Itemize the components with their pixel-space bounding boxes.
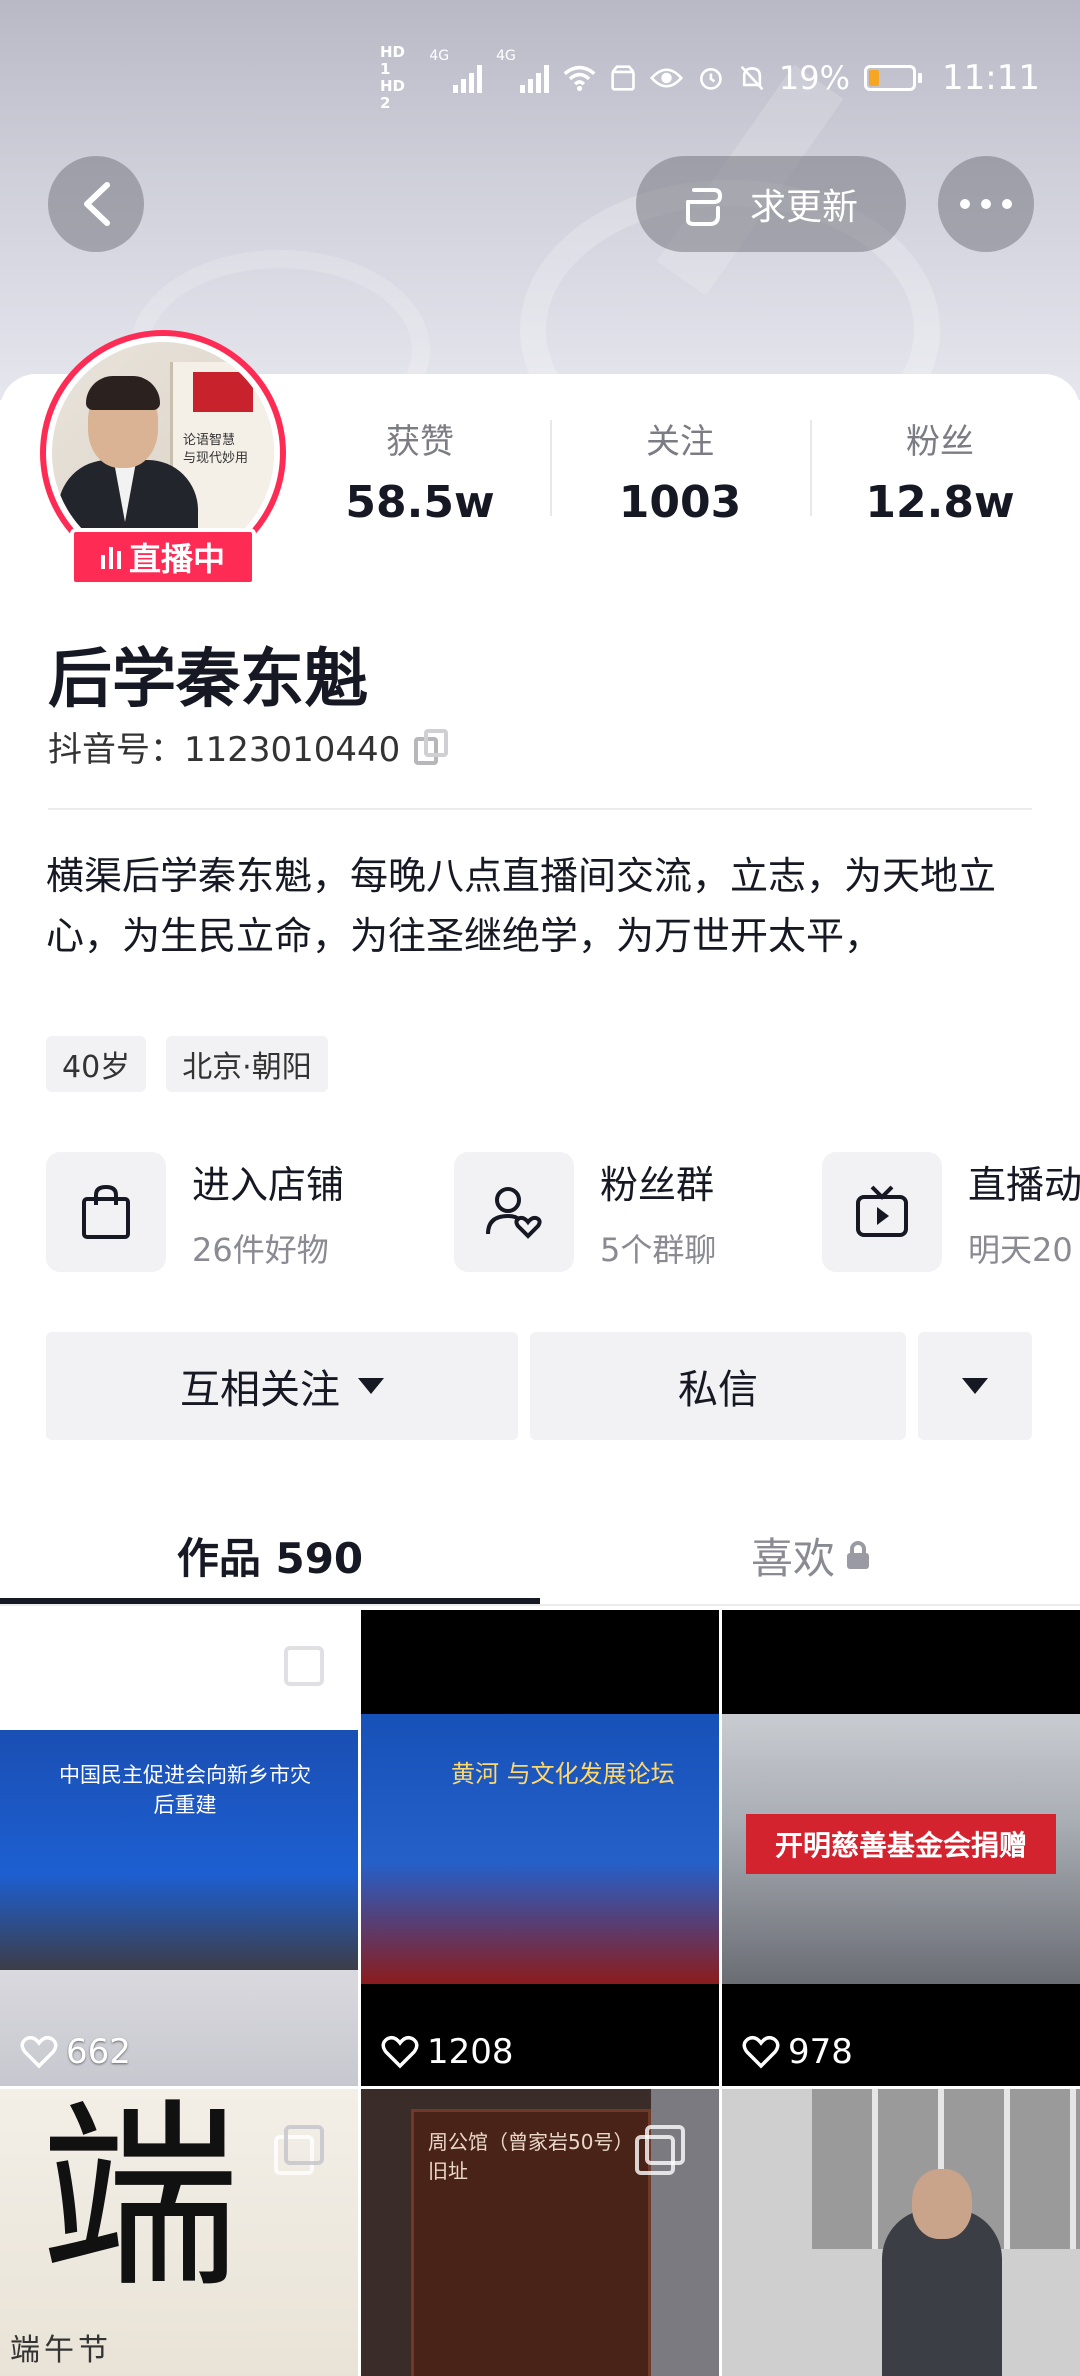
video-likes: 978 (742, 2032, 853, 2072)
video-thumbnail[interactable]: 端 端午节 (0, 2089, 358, 2376)
shopping-bag-icon (82, 1184, 130, 1239)
age-tag: 40岁 (46, 1036, 147, 1092)
wifi-icon (563, 65, 596, 92)
store-icon (611, 65, 635, 91)
shortcut-fan-group-sub: 5个群聊 (600, 1230, 717, 1269)
shortcut-row: 进入店铺 26件好物 粉丝群 5个群聊 直播动 明天20 (0, 1152, 1080, 1272)
tab-divider (0, 1604, 1080, 1606)
profile-name: 后学秦东魁 (48, 643, 368, 717)
tab-works-label: 作品 590 (176, 1533, 364, 1583)
shortcut-store-sub: 26件好物 (192, 1230, 329, 1269)
video-banner-text: 周公馆（曾家岩50号）旧址 (428, 2130, 634, 2183)
status-bar: HD 1 HD 2 4G 4G 19% 11:11 (380, 44, 1040, 112)
stat-following[interactable]: 关注 1003 (550, 410, 810, 528)
battery-icon (864, 65, 923, 91)
live-status-badge[interactable]: 直播中 (70, 528, 256, 586)
douyin-id: 抖音号：1123010440 (48, 730, 401, 770)
lock-icon (847, 1541, 869, 1569)
shortcut-live[interactable]: 直播动 明天20 (822, 1152, 1080, 1272)
video-likes: 662 (20, 2032, 131, 2072)
alarm-icon (700, 68, 722, 90)
message-label: 私信 (678, 1367, 758, 1413)
video-banner-text: 开明慈善基金会捐赠 (746, 1814, 1056, 1874)
heart-icon (742, 2035, 780, 2069)
live-bars-icon (100, 545, 121, 569)
back-button[interactable] (48, 156, 144, 252)
video-grid: 中国民主促进会向新乡市灾后重建 662 黄河 与文化发展论坛 1208 开明慈善… (0, 1610, 1080, 2376)
clock: 11:11 (942, 58, 1040, 98)
heart-icon (20, 2035, 58, 2069)
fan-group-icon (486, 1187, 542, 1239)
stat-following-label: 关注 (646, 422, 714, 462)
profile-bio: 横渠后学秦东魁，每晚八点直播间交流，立志，为天地立心，为生民立命，为往圣继绝学，… (46, 854, 997, 958)
video-banner-text: 端午节 (10, 2333, 112, 2368)
shortcut-live-sub: 明天20 (968, 1230, 1073, 1269)
video-likes: 1208 (381, 2032, 514, 2072)
tab-likes[interactable]: 喜欢 (540, 1500, 1080, 1610)
hd-indicator: HD 1 HD 2 (379, 43, 405, 112)
tab-likes-label: 喜欢 (750, 1533, 835, 1583)
mutual-follow-button[interactable]: 互相关注 (46, 1332, 518, 1440)
video-thumbnail[interactable] (722, 2089, 1080, 2376)
stat-followers-value: 12.8w (865, 477, 1015, 528)
eye-icon (649, 68, 683, 88)
message-button[interactable]: 私信 (530, 1332, 906, 1440)
multi-image-icon (274, 1646, 324, 1696)
shortcut-fan-group[interactable]: 粉丝群 5个群聊 (454, 1152, 716, 1272)
chevron-left-icon (84, 182, 110, 226)
battery-percent: 19% (778, 59, 851, 97)
mute-bell-icon (740, 65, 764, 91)
caret-down-icon (358, 1378, 384, 1394)
video-artwork: 端 (40, 2089, 241, 2315)
shortcut-live-title: 直播动 (968, 1162, 1080, 1207)
network-type-2: 4G (496, 48, 516, 64)
pointing-hand-icon (685, 188, 722, 226)
video-thumbnail[interactable]: 周公馆（曾家岩50号）旧址 (361, 2089, 719, 2376)
douyin-id-row: 抖音号：1123010440 (48, 722, 449, 771)
video-thumbnail[interactable]: 开明慈善基金会捐赠 978 (722, 1610, 1080, 2086)
heart-icon (381, 2035, 419, 2069)
stat-following-value: 1003 (618, 477, 742, 528)
signal-icon-2 (519, 63, 549, 93)
video-thumbnail[interactable]: 黄河 与文化发展论坛 1208 (361, 1610, 719, 2086)
stat-likes-label: 获赞 (386, 422, 454, 462)
live-tv-icon (856, 1185, 908, 1237)
multi-image-icon (274, 2125, 324, 2175)
video-banner-text: 黄河 与文化发展论坛 (451, 1760, 675, 1788)
stat-likes-value: 58.5w (345, 477, 495, 528)
video-thumbnail[interactable]: 中国民主促进会向新乡市灾后重建 662 (0, 1610, 358, 2086)
profile-tags: 40岁 北京·朝阳 (46, 1036, 328, 1092)
shortcut-fan-group-title: 粉丝群 (600, 1162, 715, 1207)
shortcut-store-title: 进入店铺 (192, 1162, 345, 1207)
location-tag[interactable]: 北京·朝阳 (166, 1036, 328, 1092)
shortcut-store[interactable]: 进入店铺 26件好物 (46, 1152, 344, 1272)
signal-icon (453, 63, 483, 93)
recommend-dropdown-button[interactable] (918, 1332, 1032, 1440)
tab-works[interactable]: 作品 590 (0, 1500, 540, 1610)
more-dots-icon (960, 199, 1012, 209)
content-tabs: 作品 590 喜欢 (0, 1500, 1080, 1610)
divider (48, 808, 1032, 810)
profile-stats: 获赞 58.5w 关注 1003 粉丝 12.8w (290, 410, 1070, 528)
more-options-button[interactable] (938, 156, 1034, 252)
request-update-label: 求更新 (749, 187, 858, 228)
request-update-button[interactable]: 求更新 (636, 156, 906, 252)
mutual-follow-label: 互相关注 (180, 1367, 340, 1413)
copy-icon[interactable] (414, 728, 449, 765)
network-type-1: 4G (429, 48, 450, 64)
stat-likes[interactable]: 获赞 58.5w (290, 410, 550, 528)
caret-down-icon (962, 1378, 988, 1394)
stat-followers-label: 粉丝 (906, 422, 974, 462)
video-banner-text: 中国民主促进会向新乡市灾后重建 (59, 1763, 311, 1817)
multi-image-icon (635, 2125, 685, 2175)
live-badge-label: 直播中 (128, 540, 225, 578)
stat-followers[interactable]: 粉丝 12.8w (810, 410, 1070, 528)
